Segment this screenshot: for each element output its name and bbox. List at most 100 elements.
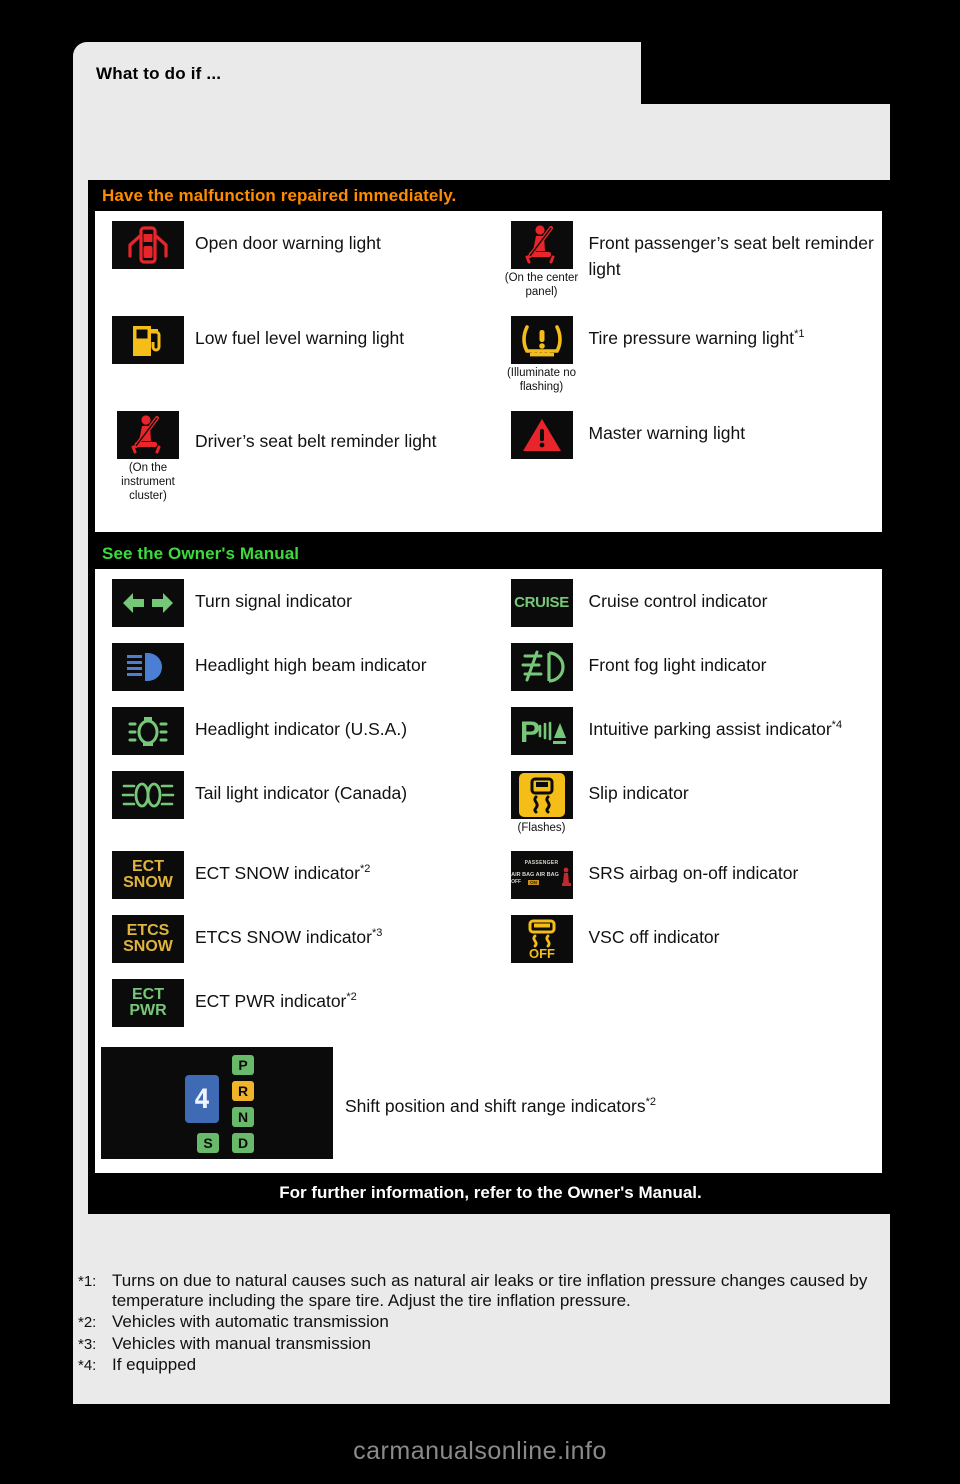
footnote-marker: *3: xyxy=(78,1335,97,1353)
icon-container xyxy=(95,706,195,755)
footnote-4: *4: If equipped xyxy=(78,1355,890,1375)
section-title-malfunction: Have the malfunction repaired immediatel… xyxy=(102,186,457,205)
indicator-item-parking-assist[interactable]: P Intuitive parking assist indicator*4 xyxy=(489,697,883,761)
indicator-item-ect-pwr[interactable]: ECT PWR ECT PWR indicator*2 xyxy=(95,969,489,1033)
indicator-item-tail-light[interactable]: Tail light indicator (Canada) xyxy=(95,761,489,825)
footnote-text: Vehicles with automatic transmission xyxy=(112,1312,389,1332)
shift-gear-value: 4 xyxy=(193,1083,211,1115)
icon-container xyxy=(489,410,589,459)
indicator-label: Intuitive parking assist indicator*4 xyxy=(588,718,843,739)
site-watermark: carmanualsonline.info xyxy=(353,1437,607,1465)
icon-note: (Flashes) xyxy=(517,821,566,834)
icon-note: (On the center panel) xyxy=(504,272,579,299)
footnote-ref: *1 xyxy=(794,327,805,340)
icon-container xyxy=(95,315,195,364)
table-row: ECT SNOW ECT SNOW indicator*2 PASSENGER … xyxy=(95,841,882,905)
tail-light-indicator-icon xyxy=(112,770,184,819)
headlight-indicator-icon xyxy=(112,706,184,755)
indicator-item-vsc-off[interactable]: OFF VSC off indicator xyxy=(489,905,883,969)
icon-container: CRUISE xyxy=(489,578,589,627)
intuitive-parking-assist-icon: P xyxy=(510,706,573,755)
warning-label: Low fuel level warning light xyxy=(195,327,405,348)
icon-container: 4 P R N D S xyxy=(95,1047,345,1159)
table-row: 4 P R N D S Shift position and shift ran… xyxy=(95,1033,882,1173)
icon-container: OFF xyxy=(489,915,589,963)
icon-container: ETCS SNOW xyxy=(95,915,195,963)
svg-text:OFF: OFF xyxy=(529,946,555,960)
warning-item-open-door[interactable]: Open door warning light xyxy=(95,211,489,275)
footnote-marker: *1: xyxy=(78,1273,97,1290)
indicator-item-etcs-snow[interactable]: ETCS SNOW ETCS SNOW indicator*3 xyxy=(95,905,489,969)
etcs-snow-indicator-icon: ETCS SNOW xyxy=(112,915,184,963)
icon-container: (Illuminate no flashing) xyxy=(489,315,589,395)
icon-container: PASSENGER AIR BAG AIR BAG OFF ON xyxy=(489,851,589,899)
table-row: ECT PWR ECT PWR indicator*2 xyxy=(95,969,882,1033)
slip-indicator-icon xyxy=(510,770,573,819)
indicator-item-slip[interactable]: (Flashes) Slip indicator xyxy=(489,761,883,841)
warning-item-driver-seatbelt[interactable]: (On the instrument cluster) Driver’s sea… xyxy=(95,401,489,510)
shift-r-badge: R xyxy=(232,1081,254,1101)
icon-container xyxy=(95,221,195,269)
indicator-item-turn-signal[interactable]: Turn signal indicator xyxy=(95,569,489,633)
indicator-label: ECT SNOW indicator*2 xyxy=(195,863,371,883)
indicator-item-shift-position[interactable]: 4 P R N D S Shift position and shift ran… xyxy=(95,1033,882,1173)
footnote-2: *2: Vehicles with automatic transmission xyxy=(78,1312,890,1332)
etcs-snow-line2: SNOW xyxy=(123,938,173,955)
footnote-1: *1: Turns on due to natural causes such … xyxy=(78,1271,890,1310)
icon-container: ECT SNOW xyxy=(95,851,195,899)
indicator-label: Headlight high beam indicator xyxy=(195,654,427,675)
indicator-item-front-fog[interactable]: Front fog light indicator xyxy=(489,633,883,697)
icon-container xyxy=(95,642,195,691)
warning-item-tire-pressure[interactable]: (Illuminate no flashing) Tire pressure w… xyxy=(489,306,883,401)
low-fuel-warning-icon xyxy=(112,315,184,364)
icon-container: ECT PWR xyxy=(95,979,195,1027)
page-title: What to do if ... xyxy=(96,64,222,83)
indicator-item-high-beam[interactable]: Headlight high beam indicator xyxy=(95,633,489,697)
table-row: (On the instrument cluster) Driver’s sea… xyxy=(95,401,882,510)
indicator-label: ECT PWR indicator*2 xyxy=(195,991,357,1011)
section-title-owners-manual: See the Owner's Manual xyxy=(102,543,300,563)
owners-manual-grid: Turn signal indicator CRUISE Cruise cont… xyxy=(95,569,882,1173)
section-body-owners-manual: Turn signal indicator CRUISE Cruise cont… xyxy=(95,568,882,1173)
warning-item-master-warning[interactable]: Master warning light xyxy=(489,401,883,465)
indicator-label: Front fog light indicator xyxy=(588,654,767,675)
driver-seatbelt-reminder-icon xyxy=(117,410,179,459)
shift-position-indicator-icon: 4 P R N D S xyxy=(101,1047,333,1159)
footnote-ref: *2 xyxy=(645,1096,656,1109)
shift-s-badge: S xyxy=(197,1133,219,1153)
icon-note: (On the instrument cluster) xyxy=(121,461,175,503)
indicator-item-cruise-control[interactable]: CRUISE Cruise control indicator xyxy=(489,569,883,633)
footnote-3: *3: Vehicles with manual transmission xyxy=(78,1334,890,1354)
indicator-label: Shift position and shift range indicator… xyxy=(345,1096,656,1116)
indicator-item-srs-airbag[interactable]: PASSENGER AIR BAG AIR BAG OFF ON SRS air… xyxy=(489,841,883,905)
table-row: Tail light indicator (Canada) (Flashes) … xyxy=(95,761,882,841)
airbag-line1: PASSENGER xyxy=(524,859,559,866)
indicator-item-headlight[interactable]: Headlight indicator (U.S.A.) xyxy=(95,697,489,761)
warning-item-passenger-seatbelt[interactable]: (On the center panel) Front passenger’s … xyxy=(489,211,883,306)
empty-cell xyxy=(489,969,883,1033)
ect-pwr-line2: PWR xyxy=(129,1002,167,1019)
indicator-item-ect-snow[interactable]: ECT SNOW ECT SNOW indicator*2 xyxy=(95,841,489,905)
table-row: ETCS SNOW ETCS SNOW indicator*3 OFF VSC … xyxy=(95,905,882,969)
warning-item-low-fuel[interactable]: Low fuel level warning light xyxy=(95,306,489,370)
warning-label: Open door warning light xyxy=(195,233,381,253)
open-door-warning-icon xyxy=(112,221,184,269)
warning-label: Driver’s seat belt reminder light xyxy=(195,430,437,451)
passenger-seatbelt-reminder-icon xyxy=(510,221,573,269)
indicator-label: SRS airbag on-off indicator xyxy=(588,863,799,883)
airbag-on-text: ON xyxy=(528,879,539,885)
footnote-ref: *2 xyxy=(360,863,371,876)
footnote-marker: *4: xyxy=(78,1357,97,1375)
ect-pwr-indicator-icon: ECT PWR xyxy=(112,979,184,1027)
ect-snow-line2: SNOW xyxy=(123,874,173,891)
icon-container xyxy=(95,578,195,627)
icon-container: P xyxy=(489,706,589,755)
indicator-label: Slip indicator xyxy=(588,782,689,803)
footnote-ref: *2 xyxy=(346,991,357,1004)
svg-text:P: P xyxy=(520,716,540,748)
footnote-ref: *4 xyxy=(831,718,843,731)
front-fog-light-indicator-icon xyxy=(510,642,573,691)
tire-pressure-warning-icon xyxy=(510,315,573,364)
icon-container xyxy=(95,770,195,819)
footnote-ref: *3 xyxy=(371,927,383,940)
